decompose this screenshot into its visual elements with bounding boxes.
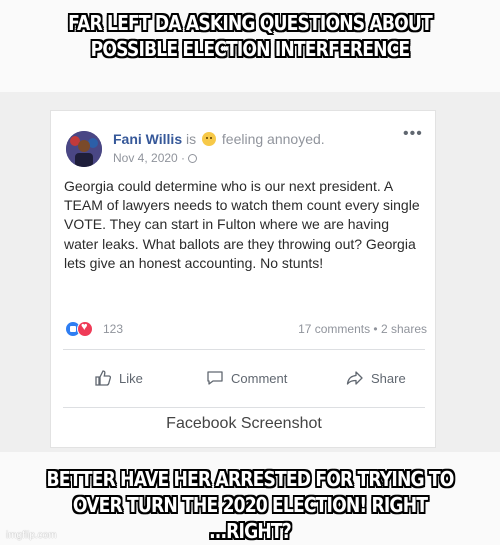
like-label: Like xyxy=(119,370,143,386)
thumbs-up-icon xyxy=(95,370,112,386)
avatar[interactable] xyxy=(66,131,102,167)
meme-bottom-caption: BETTER HAVE HER ARRESTED FOR TRYING TO O… xyxy=(46,467,454,543)
comment-button[interactable]: Comment xyxy=(205,367,287,389)
love-reaction-icon xyxy=(77,321,93,337)
divider xyxy=(63,407,425,408)
facebook-screenshot: Fani Willis is feeling annoyed. Nov 4, 2… xyxy=(0,92,500,452)
comment-icon xyxy=(207,371,223,385)
comments-shares-count[interactable]: 17 comments • 2 shares xyxy=(298,322,427,336)
author-name[interactable]: Fani Willis xyxy=(113,131,182,147)
share-button[interactable]: Share xyxy=(345,367,406,389)
is-text: is xyxy=(186,131,197,147)
globe-icon xyxy=(188,154,198,163)
share-arrow-icon xyxy=(346,371,363,385)
screenshot-caption: Facebook Screenshot xyxy=(166,415,322,432)
reactions-icons[interactable] xyxy=(65,321,99,337)
reaction-count[interactable]: 123 xyxy=(103,322,123,336)
post-text: Georgia could determine who is our next … xyxy=(64,178,420,271)
post-date-line: Nov 4, 2020 · xyxy=(113,151,198,165)
imgflip-watermark: imgflip.com xyxy=(6,530,57,541)
divider xyxy=(63,349,425,350)
post-header: Fani Willis is feeling annoyed. xyxy=(113,131,325,147)
like-button[interactable]: Like xyxy=(93,367,143,389)
share-label: Share xyxy=(371,370,406,386)
feeling-text: feeling annoyed. xyxy=(221,131,325,147)
facebook-post-card: Fani Willis is feeling annoyed. Nov 4, 2… xyxy=(50,110,436,448)
post-date[interactable]: Nov 4, 2020 · xyxy=(113,151,185,165)
meme-top-caption: FAR LEFT DA ASKING QUESTIONS ABOUT POSSI… xyxy=(68,11,433,61)
comment-label: Comment xyxy=(231,370,288,386)
annoyed-face-icon xyxy=(202,132,217,146)
more-options-icon[interactable]: ••• xyxy=(403,125,423,143)
